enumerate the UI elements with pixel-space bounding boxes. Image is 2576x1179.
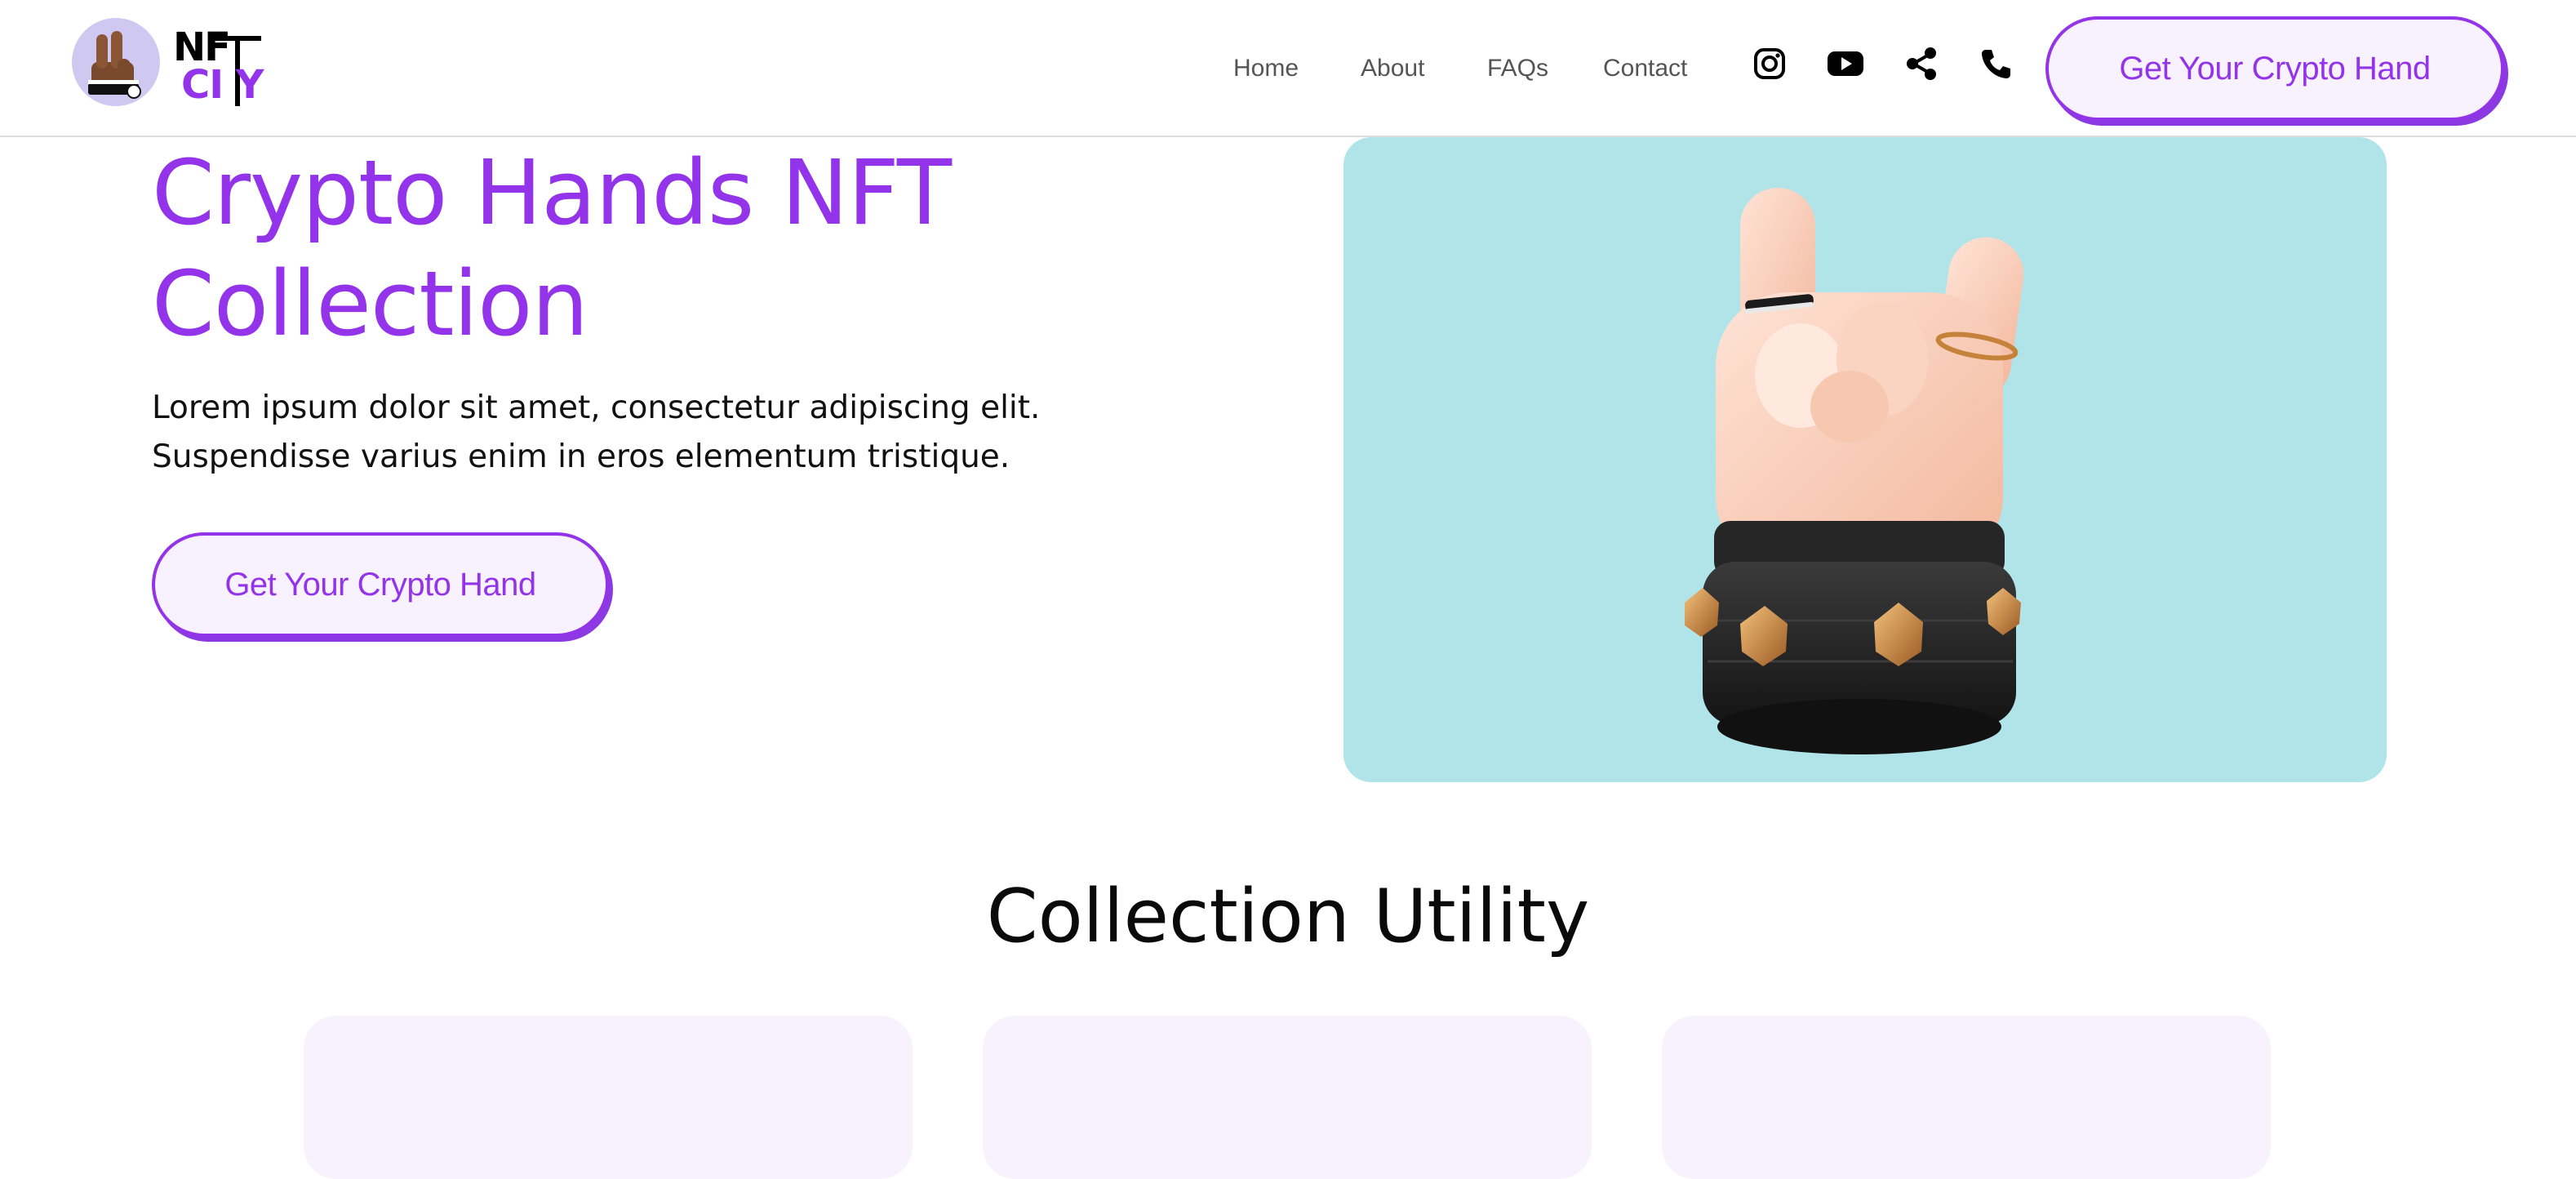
nav-link-about[interactable]: About bbox=[1361, 46, 1424, 91]
logo-hand-icon bbox=[72, 18, 160, 106]
nav-link-contact[interactable]: Contact bbox=[1603, 46, 1687, 91]
utility-card-3 bbox=[1662, 1016, 2271, 1179]
share-icon[interactable] bbox=[1903, 46, 1939, 82]
youtube-icon[interactable] bbox=[1825, 46, 1866, 82]
logo-wordmark: NF CI Y bbox=[173, 24, 295, 114]
hero-get-crypto-hand-button[interactable]: Get Your Crypto Hand bbox=[152, 532, 609, 637]
instagram-icon[interactable] bbox=[1752, 46, 1788, 82]
nav-link-home[interactable]: Home bbox=[1233, 46, 1299, 91]
hero-subtitle: Lorem ipsum dolor sit amet, consectetur … bbox=[152, 384, 1295, 482]
header-get-crypto-hand-button[interactable]: Get Your Crypto Hand bbox=[2045, 16, 2504, 121]
hero-subtitle-line-1: Lorem ipsum dolor sit amet, consectetur … bbox=[152, 389, 1041, 426]
hero-rock-hand-image bbox=[1344, 137, 2387, 782]
hero-title: Crypto Hands NFT Collection bbox=[152, 140, 952, 356]
nav-link-faqs[interactable]: FAQs bbox=[1487, 46, 1548, 91]
phone-icon[interactable] bbox=[1979, 46, 2014, 82]
collection-utility-title: Collection Utility bbox=[986, 874, 1590, 959]
logo-city: CI Y bbox=[181, 62, 264, 108]
hero-subtitle-line-2: Suspendisse varius enim in eros elementu… bbox=[152, 438, 1010, 475]
utility-card-2 bbox=[983, 1016, 1592, 1179]
logo[interactable]: NF CI Y bbox=[72, 18, 292, 111]
utility-card-1 bbox=[304, 1016, 913, 1179]
site-header: NF CI Y Home About FAQs Contact Get Your… bbox=[0, 0, 2576, 137]
